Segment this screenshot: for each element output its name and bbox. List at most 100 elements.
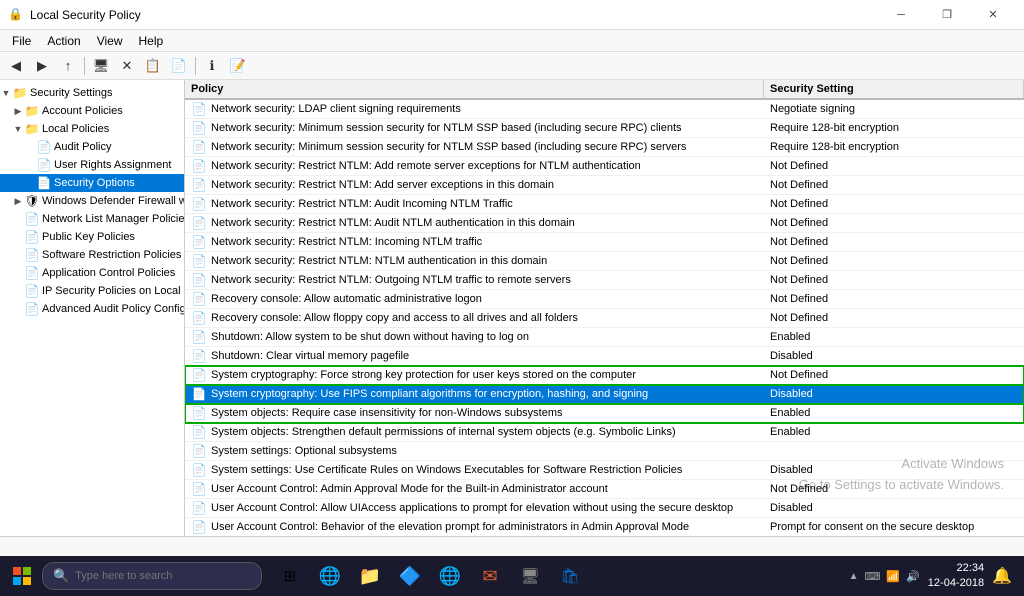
tree-label-account-policies: Account Policies — [42, 105, 123, 117]
show-hide-button[interactable]: 🖥 — [89, 55, 113, 77]
store-button[interactable]: 🛍 — [552, 558, 588, 594]
table-row[interactable]: 📄 Network security: Restrict NTLM: Add s… — [185, 176, 1024, 195]
tree-item-public-keys[interactable]: 📄 Public Key Policies — [0, 228, 184, 246]
cell-setting: Not Defined — [764, 159, 1024, 173]
taskbar: 🔍 ⊞ 🌐 📁 🔷 🌐 ✉ 🖥 🛍 ▲ ⌨ 📶 🔊 22:34 12-04-20… — [0, 556, 1024, 596]
cell-setting: Not Defined — [764, 197, 1024, 211]
mail-button[interactable]: ✉ — [472, 558, 508, 594]
tree-label-audit-policy: Audit Policy — [54, 141, 111, 153]
table-row[interactable]: 📄 System objects: Require case insensiti… — [185, 404, 1024, 423]
table-row[interactable]: 📄 User Account Control: Admin Approval M… — [185, 480, 1024, 499]
column-policy[interactable]: Policy — [185, 80, 764, 98]
info-button[interactable]: ℹ — [200, 55, 224, 77]
tree-item-ip-security[interactable]: 📄 IP Security Policies on Local Compute.… — [0, 282, 184, 300]
table-row[interactable]: 📄 Network security: Restrict NTLM: Add r… — [185, 157, 1024, 176]
menu-file[interactable]: File — [4, 32, 39, 50]
table-row[interactable]: 📄 Network security: Restrict NTLM: NTLM … — [185, 252, 1024, 271]
table-row[interactable]: 📄 Network security: Restrict NTLM: Incom… — [185, 233, 1024, 252]
explorer-button[interactable]: 📁 — [352, 558, 388, 594]
clock[interactable]: 22:34 12-04-2018 — [928, 561, 984, 592]
taskview-button[interactable]: ⊞ — [272, 558, 308, 594]
edge-button[interactable]: 🌐 — [312, 558, 348, 594]
policy-name: Network security: Restrict NTLM: NTLM au… — [211, 255, 547, 267]
table-row[interactable]: 📄 Network security: LDAP client signing … — [185, 100, 1024, 119]
tree-item-security-settings[interactable]: ▼ 📁 Security Settings — [0, 84, 184, 102]
policy-icon: 📄 — [191, 291, 207, 307]
table-row[interactable]: 📄 System settings: Use Certificate Rules… — [185, 461, 1024, 480]
tray-expand[interactable]: ▲ — [849, 571, 859, 582]
up-button[interactable]: ↑ — [56, 55, 80, 77]
expand-icon-local-policies[interactable]: ▼ — [12, 123, 24, 135]
delete-button[interactable]: ✕ — [115, 55, 139, 77]
table-row[interactable]: 📄 Recovery console: Allow automatic admi… — [185, 290, 1024, 309]
cell-policy: 📄 Network security: Restrict NTLM: Audit… — [185, 214, 764, 232]
cell-policy: 📄 System settings: Optional subsystems — [185, 442, 764, 460]
tree-label-network-list: Network List Manager Policies — [42, 213, 185, 225]
cell-setting: Prompt for consent on the secure desktop — [764, 520, 1024, 534]
tree-item-app-control[interactable]: 📄 Application Control Policies — [0, 264, 184, 282]
window-title: Local Security Policy — [30, 8, 141, 22]
table-row[interactable]: 📄 Network security: Restrict NTLM: Audit… — [185, 195, 1024, 214]
table-row[interactable]: 📄 System cryptography: Use FIPS complian… — [185, 385, 1024, 404]
policy-name: System settings: Optional subsystems — [211, 445, 397, 457]
table-row[interactable]: 📄 System settings: Optional subsystems — [185, 442, 1024, 461]
table-row[interactable]: 📄 User Account Control: Allow UIAccess a… — [185, 499, 1024, 518]
tree-item-network-list[interactable]: 📄 Network List Manager Policies — [0, 210, 184, 228]
secpol-taskbar[interactable]: 🖥 — [512, 558, 548, 594]
menu-view[interactable]: View — [89, 32, 131, 50]
table-row[interactable]: 📄 Recovery console: Allow floppy copy an… — [185, 309, 1024, 328]
cell-setting: Not Defined — [764, 235, 1024, 249]
notifications-icon[interactable]: 🔔 — [992, 566, 1012, 586]
new-button[interactable]: 📄 — [167, 55, 191, 77]
close-button[interactable]: ✕ — [970, 0, 1016, 30]
export-button[interactable]: 📝 — [226, 55, 250, 77]
start-button[interactable] — [4, 558, 40, 594]
title-bar: 🔒 Local Security Policy ─ ❐ ✕ — [0, 0, 1024, 30]
properties-button[interactable]: 📋 — [141, 55, 165, 77]
policy-table[interactable]: Policy Security Setting 📄 Network securi… — [185, 80, 1024, 536]
status-bar — [0, 536, 1024, 556]
folder-icon-user-rights: 📄 — [36, 157, 52, 173]
folder-icon-local-policies: 📁 — [24, 121, 40, 137]
policy-name: Network security: Restrict NTLM: Add ser… — [211, 179, 554, 191]
search-input[interactable] — [75, 570, 251, 582]
folder-icon-account-policies: 📁 — [24, 103, 40, 119]
tree-item-local-policies[interactable]: ▼ 📁 Local Policies — [0, 120, 184, 138]
minimize-button[interactable]: ─ — [878, 0, 924, 30]
table-row[interactable]: 📄 Shutdown: Clear virtual memory pagefil… — [185, 347, 1024, 366]
cell-policy: 📄 Network security: LDAP client signing … — [185, 100, 764, 118]
ie-button[interactable]: 🌐 — [432, 558, 468, 594]
expand-icon-account-policies[interactable]: ▶ — [12, 105, 24, 117]
menu-bar: File Action View Help — [0, 30, 1024, 52]
forward-button[interactable]: ▶ — [30, 55, 54, 77]
table-row[interactable]: 📄 System objects: Strengthen default per… — [185, 423, 1024, 442]
folder-icon-security-settings: 📁 — [12, 85, 28, 101]
restore-button[interactable]: ❐ — [924, 0, 970, 30]
expand-icon-windows-firewall[interactable]: ▶ — [12, 195, 24, 207]
table-row[interactable]: 📄 User Account Control: Behavior of the … — [185, 518, 1024, 536]
tree-item-account-policies[interactable]: ▶ 📁 Account Policies — [0, 102, 184, 120]
expand-icon-security-settings[interactable]: ▼ — [0, 87, 12, 99]
policy-icon: 📄 — [191, 405, 207, 421]
tree-item-audit-policy[interactable]: 📄 Audit Policy — [0, 138, 184, 156]
table-row[interactable]: 📄 Network security: Minimum session secu… — [185, 119, 1024, 138]
tree-item-advanced-audit[interactable]: 📄 Advanced Audit Policy Configuration — [0, 300, 184, 318]
back-button[interactable]: ◀ — [4, 55, 28, 77]
tree-item-software-restriction[interactable]: 📄 Software Restriction Policies — [0, 246, 184, 264]
taskbar-search[interactable]: 🔍 — [42, 562, 262, 590]
menu-help[interactable]: Help — [131, 32, 172, 50]
title-bar-left: 🔒 Local Security Policy — [8, 7, 141, 23]
menu-action[interactable]: Action — [39, 32, 88, 50]
tree-item-windows-firewall[interactable]: ▶ 🛡 Windows Defender Firewall with Adva.… — [0, 192, 184, 210]
table-row[interactable]: 📄 Network security: Minimum session secu… — [185, 138, 1024, 157]
tree-item-user-rights[interactable]: 📄 User Rights Assignment — [0, 156, 184, 174]
tree-item-security-options[interactable]: 📄 Security Options — [0, 174, 184, 192]
table-row[interactable]: 📄 Shutdown: Allow system to be shut down… — [185, 328, 1024, 347]
column-setting[interactable]: Security Setting — [764, 80, 1024, 98]
table-row[interactable]: 📄 Network security: Restrict NTLM: Outgo… — [185, 271, 1024, 290]
table-row[interactable]: 📄 Network security: Restrict NTLM: Audit… — [185, 214, 1024, 233]
app-icon: 🔒 — [8, 7, 24, 23]
policy-name: Network security: Restrict NTLM: Add rem… — [211, 160, 641, 172]
table-row[interactable]: 📄 System cryptography: Force strong key … — [185, 366, 1024, 385]
vs-button[interactable]: 🔷 — [392, 558, 428, 594]
